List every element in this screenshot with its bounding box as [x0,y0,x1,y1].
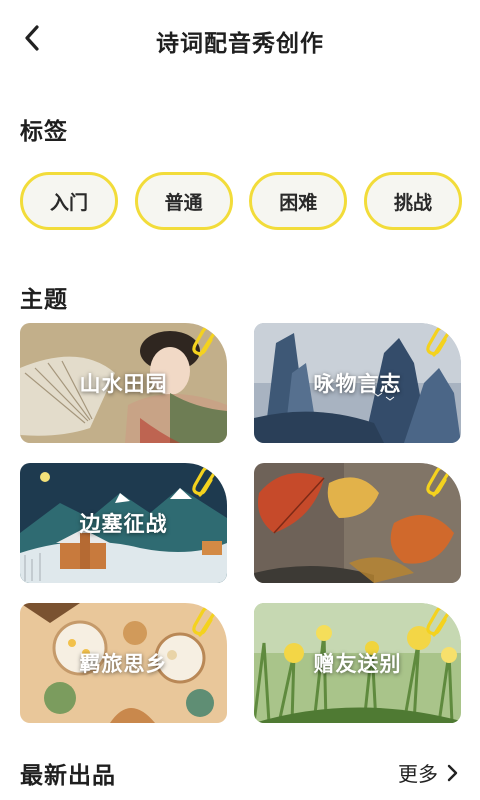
tag-normal[interactable]: 普通 [134,172,233,230]
page-title: 诗词配音秀创作 [156,31,324,57]
tag-hard[interactable]: 困难 [249,172,348,230]
paperclip-icon [426,605,450,637]
theme-card-objects[interactable]: 咏物言志 [254,323,461,443]
theme-card-farewell[interactable]: 赠友送别 [254,603,461,723]
paperclip-icon [192,605,216,637]
paperclip-icon [192,465,216,497]
paperclip-icon [426,465,450,497]
theme-card-label: 咏物言志 [313,372,402,396]
theme-card-label: 羁旅思乡 [79,652,168,676]
theme-card-label: 边塞征战 [79,512,168,536]
theme-card-homesick[interactable]: 羁旅思乡 [20,603,227,723]
theme-card-label: 山水田园 [79,372,168,396]
paperclip-icon [192,325,216,357]
paperclip-icon [426,325,450,357]
more-link[interactable]: 更多 [398,758,458,787]
header: 诗词配音秀创作 [0,0,480,80]
tag-list: 入门 普通 困难 挑战 [20,172,462,230]
theme-card-landscape[interactable]: 山水田园 [20,323,227,443]
tags-section-title: 标签 [20,119,68,145]
more-label: 更多 [398,762,438,786]
theme-card-label: 赠友送别 [313,652,402,676]
themes-section-title: 主题 [20,287,68,313]
tag-challenge[interactable]: 挑战 [363,172,462,230]
chevron-right-icon [447,764,458,781]
latest-section-title: 最新出品 [20,763,116,789]
tag-beginner[interactable]: 入门 [20,172,118,230]
theme-card-frontier[interactable]: 边塞征战 [20,463,227,583]
theme-card-autumn[interactable] [254,463,461,583]
